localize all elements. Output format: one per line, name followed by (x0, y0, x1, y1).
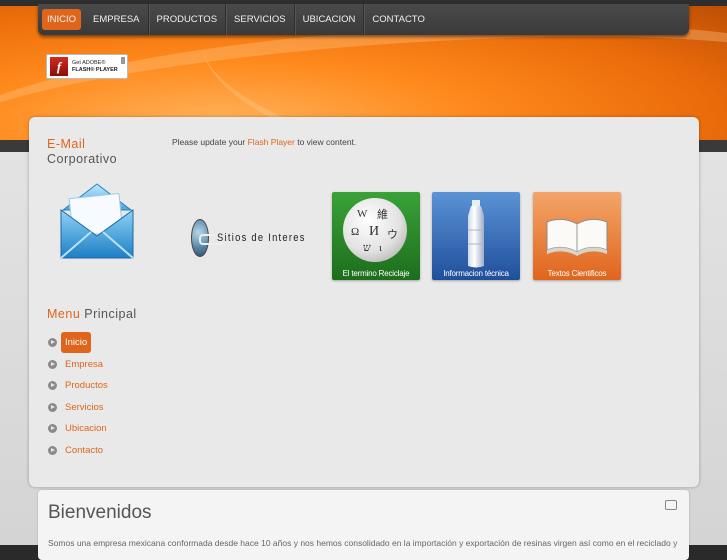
bullet-arrow-icon (48, 424, 57, 434)
welcome-text: Somos una empresa mexicana conformada de… (48, 538, 678, 548)
bullet-arrow-icon (48, 338, 57, 348)
tile-label: El termino Reciclaje (342, 269, 410, 278)
envelope-icon[interactable] (57, 180, 135, 264)
main-panel (29, 117, 699, 487)
flash-badge-line2: FLASH® PLAYER (72, 66, 118, 73)
menu-link-servicios[interactable]: Servicios (61, 398, 108, 417)
list-item: Productos (47, 375, 112, 397)
nav-item-contacto[interactable]: CONTACTO (364, 4, 432, 35)
email-title-word2: Corporativo (47, 152, 118, 166)
sitios-label: Sitios de Interes (216, 232, 306, 244)
book-icon (546, 218, 608, 256)
bullet-arrow-icon (48, 445, 57, 455)
bullet-arrow-icon (48, 381, 57, 391)
welcome-box: Bienvenidos Somos una empresa mexicana c… (38, 490, 689, 560)
email-title: E-Mail Corporativo (47, 137, 117, 167)
flash-update-notice: Please update your Flash Player to view … (172, 137, 356, 147)
flash-badge-line1: Get ADOBE® (72, 59, 106, 66)
menu-link-productos[interactable]: Productos (61, 376, 112, 395)
nav-item-productos[interactable]: PRODUCTOS (149, 4, 227, 35)
list-item: Contacto (47, 440, 112, 462)
email-title-word1: E-Mail (47, 137, 86, 151)
nav-item-servicios[interactable]: SERVICIOS (226, 4, 295, 35)
flash-icon: f (50, 57, 68, 76)
flash-badge-text: Get ADOBE® FLASH® PLAYER (72, 60, 118, 74)
bottle-icon (468, 200, 484, 268)
menu-link-contacto[interactable]: Contacto (61, 441, 107, 460)
comment-icon[interactable] (665, 500, 677, 510)
list-item: Empresa (47, 354, 112, 376)
bullet-arrow-icon (48, 402, 57, 412)
chain-link-icon (191, 219, 223, 257)
wikipedia-globe-icon: W 維 Ω И ウ ש ι (343, 198, 407, 262)
list-item: Ubicacion (47, 418, 112, 440)
welcome-title: Bienvenidos (48, 502, 152, 523)
side-menu: Inicio Empresa Productos Servicios Ubica… (47, 332, 112, 461)
sitios-de-interes-banner[interactable]: Sitios de Interes (191, 218, 321, 258)
tile-informacion-tecnica[interactable]: Informacion técnica (432, 192, 520, 280)
nav-item-ubicacion[interactable]: UBICACION (295, 4, 365, 35)
nav-item-inicio[interactable]: INICIO (42, 9, 82, 30)
list-item: Inicio (47, 332, 112, 354)
tile-label: Informacion técnica (443, 269, 509, 278)
download-icon (121, 57, 125, 64)
tile-textos-cientificos[interactable]: Textos Cientificos (533, 192, 621, 280)
flash-notice-before: Please update your (172, 137, 248, 147)
menu-link-inicio[interactable]: Inicio (61, 332, 92, 354)
bullet-arrow-icon (48, 359, 57, 369)
get-flash-player-button[interactable]: f Get ADOBE® FLASH® PLAYER (46, 54, 128, 79)
menu-title: Menu Principal (47, 307, 137, 321)
nav-item-empresa[interactable]: EMPRESA (85, 4, 149, 35)
menu-title-word1: Menu (47, 307, 81, 321)
tile-label: Textos Cientificos (547, 269, 607, 278)
flash-player-link[interactable]: Flash Player (248, 137, 295, 147)
main-nav: INICIO EMPRESA PRODUCTOS SERVICIOS UBICA… (38, 4, 689, 35)
flash-notice-after: to view content. (294, 137, 357, 147)
menu-link-empresa[interactable]: Empresa (61, 355, 107, 374)
menu-link-ubicacion[interactable]: Ubicacion (61, 419, 111, 438)
list-item: Servicios (47, 397, 112, 419)
tile-reciclaje[interactable]: W 維 Ω И ウ ש ι El termino Reciclaje (332, 192, 420, 280)
menu-title-word2: Principal (84, 307, 137, 321)
